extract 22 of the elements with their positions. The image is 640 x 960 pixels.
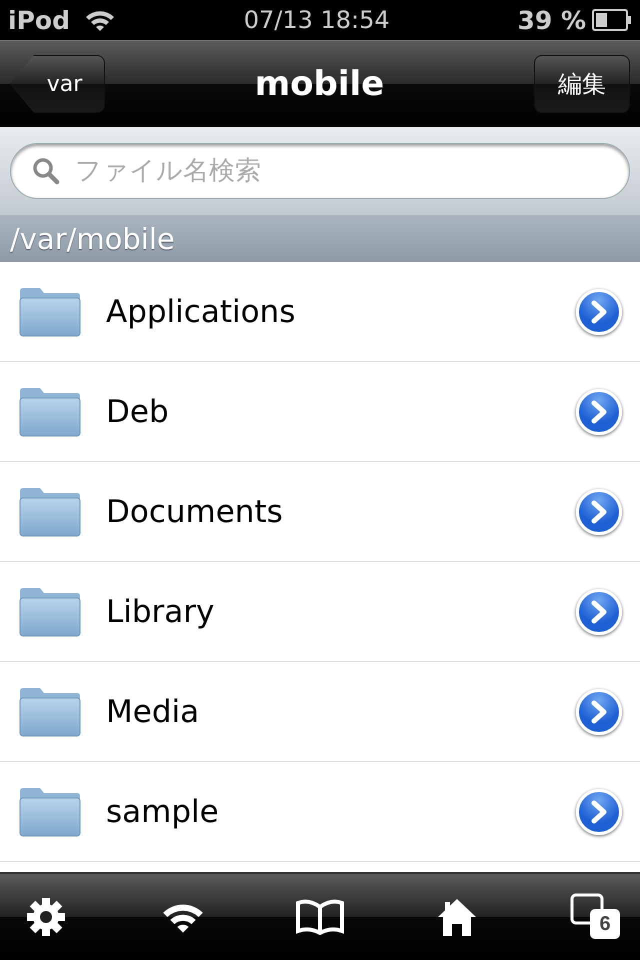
folder-icon (18, 586, 82, 636)
search-field[interactable]: ファイル名検索 (10, 143, 630, 199)
folder-row[interactable]: Documents (0, 462, 640, 562)
folder-icon (18, 486, 82, 536)
folder-row[interactable]: Media (0, 662, 640, 762)
folder-icon (18, 286, 82, 336)
carrier-name: iPod (8, 6, 70, 34)
screen-title: mobile (254, 64, 384, 104)
search-icon (32, 157, 60, 185)
edit-button[interactable]: 編集 (534, 55, 630, 113)
battery-percent: 39 % (517, 6, 586, 34)
folder-row[interactable]: Deb (0, 362, 640, 462)
windows-button[interactable]: 6 (568, 891, 620, 943)
path-header: /var/mobile (0, 215, 640, 262)
folder-row[interactable]: Applications (0, 262, 640, 362)
folder-row[interactable]: Library (0, 562, 640, 662)
back-button[interactable]: var (10, 55, 105, 113)
folder-icon (18, 786, 82, 836)
clock-time: 07/13 18:54 (242, 6, 391, 34)
folder-icon (18, 386, 82, 436)
folder-icon (18, 686, 82, 736)
battery-icon (592, 9, 632, 31)
